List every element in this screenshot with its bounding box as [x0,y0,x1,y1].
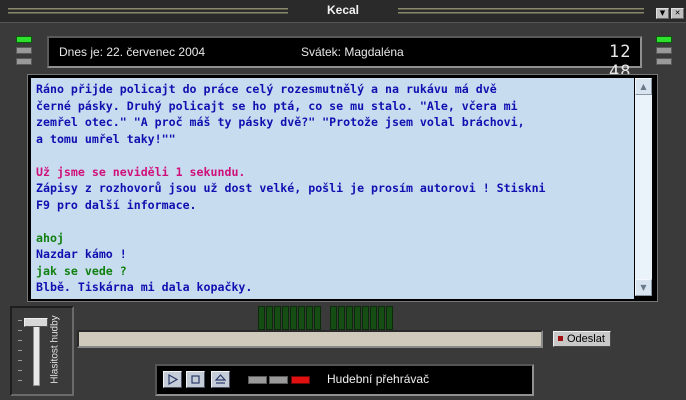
meter-bar [378,306,385,330]
volume-control: Hlasitost hudby [10,306,74,396]
status-led-right-1 [656,47,672,54]
nameday-text: Svátek: Magdaléna [301,45,404,59]
volume-tick [18,330,22,331]
send-icon [558,336,563,341]
send-button[interactable]: Odeslat [553,331,611,347]
window-title: Kecal [326,3,360,17]
chat-frame: Ráno přijde policajt do práce celý rozes… [27,74,658,302]
meter-bar [290,306,297,330]
meter-bar [306,306,313,330]
meter-bar [298,306,305,330]
meter-bar [338,306,345,330]
volume-slider-thumb[interactable] [24,318,48,327]
status-led-left-2 [16,58,32,65]
meter-bar [330,306,337,330]
chat-line: černé pásky. Druhý policajt se ho ptá, c… [36,98,518,113]
title-decor-left-2 [8,12,288,14]
scroll-down-arrow-icon[interactable]: ▼ [635,279,652,296]
status-led-left-1 [16,47,32,54]
minimize-button[interactable]: ▼ [656,8,669,19]
meter-bar [354,306,361,330]
play-button[interactable] [163,371,182,388]
chat-line: jak se vede ? [36,263,127,278]
meter-bar [386,306,393,330]
chat-line: Nazdar kámo ! [36,247,127,261]
status-led-right-green [656,36,672,43]
play-icon [168,374,178,385]
chat-line: Zápisy z rozhovorů jsou už dost velké, p… [36,181,546,195]
scroll-up-arrow-icon[interactable]: ▲ [635,78,652,95]
volume-tick [18,320,22,321]
meter-bar [370,306,377,330]
volume-label-box: Hlasitost hudby [48,314,62,388]
meter-bar [258,306,265,330]
eject-button[interactable] [211,371,230,388]
chat-line: F9 pro další informace. [36,197,197,212]
stop-button[interactable] [186,371,205,388]
chat-line: ahoj [36,230,64,245]
close-button[interactable]: ✕ [671,8,684,19]
meter-bar [346,306,353,330]
volume-tick [18,360,22,361]
title-decor-right [398,8,644,10]
status-led-right-2 [656,58,672,65]
chat-log[interactable]: Ráno přijde policajt do práce celý rozes… [31,78,634,299]
chat-line: Už jsme se neviděli 1 sekundu. [36,164,246,179]
player-led-red [291,376,310,384]
info-panel: Dnes je: 22. červenec 2004 Svátek: Magda… [47,36,642,102]
volume-tick [18,380,22,381]
send-button-label: Odeslat [567,333,605,345]
chat-scrollbar[interactable]: ▲ ▼ [635,78,652,296]
volume-slider-track[interactable] [33,318,40,386]
volume-tick [18,350,22,351]
date-text: Dnes je: 22. červenec 2004 [59,45,206,59]
close-icon: ✕ [674,9,681,17]
chat-line: Ráno přijde policajt do práce celý rozes… [36,82,497,96]
chat-line [31,147,634,164]
meter-bar [362,306,369,330]
chat-line: zemřel otec." "A proč máš ty pásky dvě?"… [36,115,525,129]
meter-bar [282,306,289,330]
title-decor-right-2 [398,12,644,14]
stop-icon [191,375,200,384]
chat-line: a tomu umřel taky!"" [36,131,176,146]
volume-label: Hlasitost hudby [49,315,61,384]
music-player: Hudební přehrávač [155,364,534,396]
title-bar[interactable]: Kecal ▼ ✕ [0,0,686,23]
minimize-icon: ▼ [659,9,666,17]
title-decor-left [8,8,288,10]
meter-bar [266,306,273,330]
chat-line [31,213,634,230]
volume-tick [18,370,22,371]
player-label: Hudební přehrávač [327,372,430,386]
message-input[interactable] [77,330,543,348]
meter-bar [314,306,321,330]
player-led-1 [248,376,267,384]
status-led-left-green [16,36,32,43]
meter-bar [274,306,281,330]
player-led-2 [269,376,288,384]
eject-icon [215,374,226,384]
chat-line: Blbě. Tiskárna mi dala kopačky. [36,280,253,294]
app-window: Kecal ▼ ✕ Dnes je: 22. červenec 2004 Svá… [0,0,686,400]
volume-tick [18,340,22,341]
